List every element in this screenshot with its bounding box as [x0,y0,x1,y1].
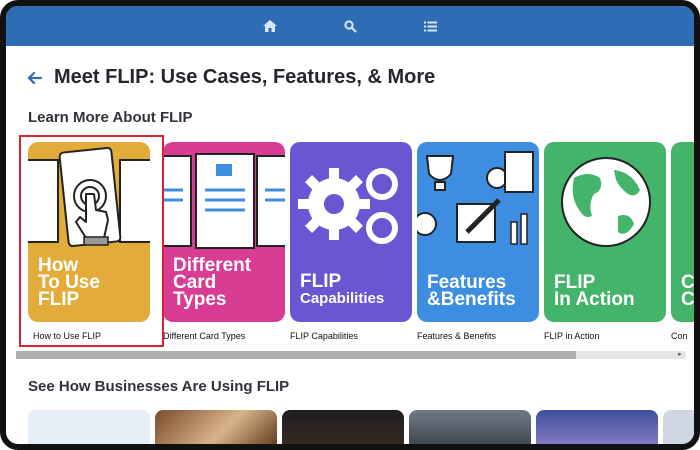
page-title: Meet FLIP: Use Cases, Features, & More [54,66,436,88]
card-title: Different Card Types [173,255,252,310]
top-nav-bar [6,6,694,46]
card-flip-capabilities[interactable]: FLIP Capabilities [290,142,412,322]
section-title-learn-more: Learn More About FLIP [28,109,193,126]
business-thumbnail[interactable] [155,410,277,444]
search-icon[interactable] [340,16,360,36]
business-thumbnail[interactable] [282,410,404,444]
scrollbar-thumb[interactable] [16,351,576,359]
list-icon[interactable] [420,16,440,36]
business-thumbnail[interactable] [409,410,531,444]
card-caption: Con [671,331,688,341]
card-title: FLIP In Action [554,272,635,310]
scroll-right-arrow-icon[interactable]: ▸ [676,351,684,359]
card-different-card-types[interactable]: Different Card Types [163,142,285,322]
business-thumbnail[interactable] [663,410,694,444]
card-flip-in-action[interactable]: FLIP In Action [544,142,666,322]
section-title-businesses: See How Businesses Are Using FLIP [28,378,290,395]
selection-highlight [19,135,164,347]
card-caption: FLIP Capabilities [290,331,358,341]
home-icon[interactable] [260,16,280,36]
page-header: Meet FLIP: Use Cases, Features, & More [26,66,435,89]
horizontal-scrollbar[interactable]: ▸ [16,351,686,359]
card-partial[interactable]: C C [671,142,694,322]
businesses-carousel [28,410,694,444]
business-thumbnail[interactable] [28,410,150,444]
card-title: C C [681,272,694,310]
arrow-left-icon[interactable] [26,69,44,87]
card-caption: Different Card Types [163,331,246,341]
card-caption: Features & Benefits [417,331,497,341]
card-title: Features &Benefits [427,272,516,310]
business-thumbnail[interactable] [536,410,658,444]
app-frame: Meet FLIP: Use Cases, Features, & More L… [0,0,700,450]
card-caption: FLIP in Action [544,331,600,341]
card-features-benefits[interactable]: Features &Benefits [417,142,539,322]
card-title: FLIP Capabilities [300,271,385,307]
